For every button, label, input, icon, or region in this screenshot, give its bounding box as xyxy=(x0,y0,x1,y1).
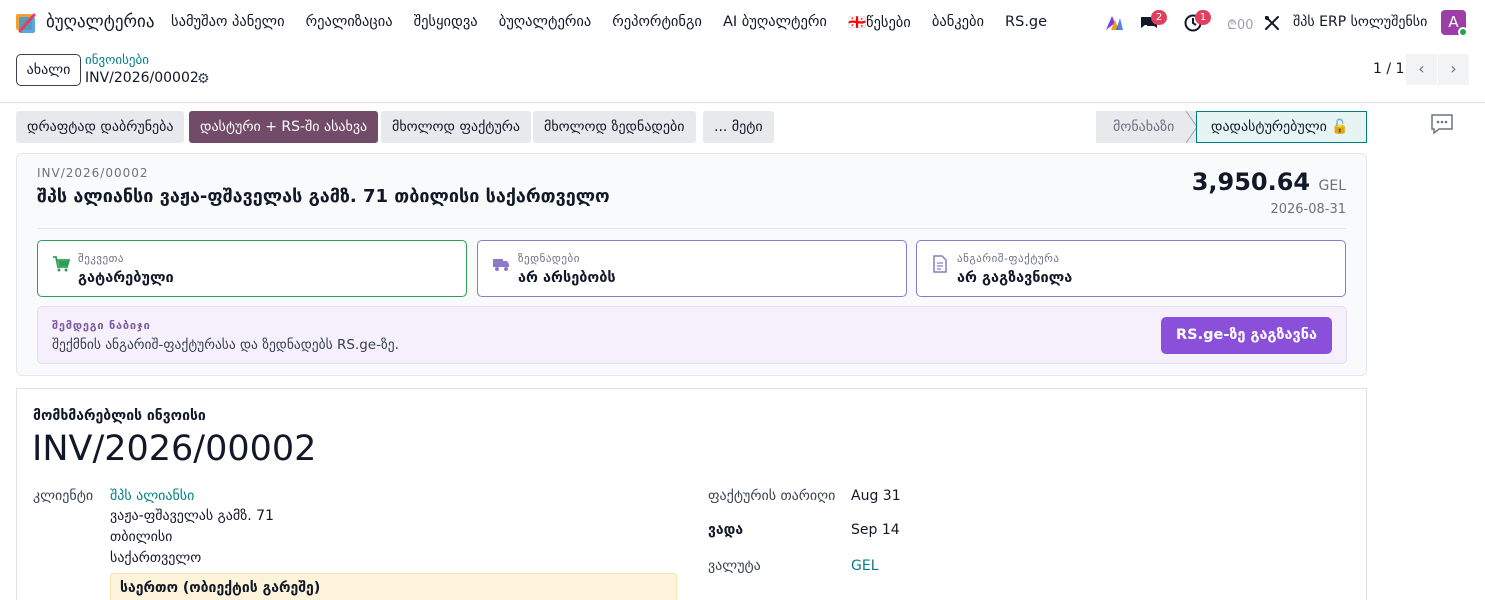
breadcrumb-current: INV/2026/00002 xyxy=(85,70,199,86)
currency-field[interactable]: GEL xyxy=(851,558,879,574)
summary-title: შპს ალიანსი ვაჟა-ფშაველას გამზ. 71 თბილი… xyxy=(37,186,610,207)
analytic-note-text: საერთო (ობიექტის გარეშე) xyxy=(120,580,321,596)
invoice-only-button[interactable]: მხოლოდ ფაქტურა xyxy=(381,111,532,143)
control-panel: ახალი ინვოისები INV/2026/00002 ⚙ 1 / 1 ‹… xyxy=(0,46,1485,103)
invoice-form-sheet: მომხმარებლის ინვოისი INV/2026/00002 კლიე… xyxy=(16,388,1367,600)
confirm-rs-button[interactable]: დასტური + RS-ში ასახვა xyxy=(189,111,379,143)
menu-rules[interactable]: 🇬🇪წესები xyxy=(848,14,911,31)
form-subtitle: მომხმარებლის ინვოისი xyxy=(33,408,206,424)
waybill-status-label: ზედნადები xyxy=(518,252,580,265)
menu-sales[interactable]: რეალიზაცია xyxy=(306,14,393,31)
reset-to-draft-button[interactable]: დრაფტად დაბრუნება xyxy=(16,111,185,143)
summary-divider xyxy=(37,228,1346,229)
invoice-date-label: ფაქტურის თარიღი xyxy=(708,488,836,504)
invoice-date-field[interactable]: Aug 31 xyxy=(851,488,901,504)
gear-icon[interactable]: ⚙ xyxy=(197,71,210,87)
client-address-line: თბილისი xyxy=(110,529,173,545)
cart-icon xyxy=(53,256,70,272)
tools-icon[interactable] xyxy=(1264,15,1280,31)
status-posted[interactable]: დადასტურებული 🔓 xyxy=(1196,111,1367,143)
app-brand[interactable]: ბუღალტერია xyxy=(46,12,155,32)
flag-icon: 🇬🇪 xyxy=(847,15,866,31)
waybill-status-card[interactable]: ზედნადები არ არსებობს xyxy=(477,240,907,297)
menu-dashboard[interactable]: სამუშაო პანელი xyxy=(171,14,285,31)
summary-number: INV/2026/00002 xyxy=(37,166,149,180)
order-status-value: გატარებული xyxy=(78,270,174,286)
waybill-status-value: არ არსებობს xyxy=(518,270,616,286)
tax-invoice-status-card[interactable]: ანგარიშ-ფაქტურა არ გაგზავნილა xyxy=(916,240,1346,297)
order-status-label: შეკვეთა xyxy=(78,252,125,265)
summary-currency: GEL xyxy=(1318,178,1347,194)
document-icon xyxy=(933,255,947,273)
online-status-dot xyxy=(1458,27,1468,37)
pager-previous-button[interactable]: ‹ xyxy=(1406,54,1437,85)
client-address-line: ვაჟა-ფშაველას გამზ. 71 xyxy=(110,508,274,524)
app-logo-icon[interactable] xyxy=(14,11,38,35)
chevron-left-icon: ‹ xyxy=(1418,59,1425,78)
invoice-summary-card: INV/2026/00002 შპს ალიანსი ვაჟა-ფშაველას… xyxy=(16,153,1367,376)
due-date-label: ვადა xyxy=(708,522,744,538)
more-button[interactable]: ... მეტი xyxy=(703,111,774,143)
tax-invoice-status-value: არ გაგზავნილა xyxy=(957,270,1073,286)
menu-purchase[interactable]: შესყიდვა xyxy=(414,14,478,31)
top-navbar: ბუღალტერია სამუშაო პანელი რეალიზაცია შეს… xyxy=(0,0,1485,46)
send-to-rsge-button[interactable]: RS.ge-ზე გაგზავნა xyxy=(1161,317,1332,354)
menu-banks[interactable]: ბანკები xyxy=(932,14,984,31)
pager-next-button[interactable]: › xyxy=(1438,54,1469,85)
menu-reporting[interactable]: რეპორტინგი xyxy=(612,14,702,31)
pager-value[interactable]: 1 / 1 xyxy=(1373,61,1404,77)
menu-accounting[interactable]: ბუღალტერია xyxy=(499,14,592,31)
status-bar: მონახაზი დადასტურებული 🔓 xyxy=(1096,111,1367,143)
new-button[interactable]: ახალი xyxy=(16,54,81,86)
chevron-right-icon: › xyxy=(1450,59,1457,78)
due-date-field[interactable]: Sep 14 xyxy=(851,522,900,538)
waybill-only-button[interactable]: მხოლოდ ზედნადები xyxy=(533,111,696,143)
clock-indicator[interactable]: ₾00 xyxy=(1227,15,1254,33)
summary-amount: 3,950.64 GEL xyxy=(1191,168,1347,196)
analytic-note-box[interactable]: საერთო (ობიექტის გარეშე) xyxy=(110,573,677,600)
next-step-label: შემდეგი ნაბიჯი xyxy=(52,319,151,332)
truck-icon xyxy=(493,259,509,271)
chatter-icon[interactable] xyxy=(1429,112,1455,136)
status-draft[interactable]: მონახაზი xyxy=(1096,111,1196,143)
summary-date: 2026-08-31 xyxy=(1270,202,1346,217)
client-name-link[interactable]: შპს ალიანსი xyxy=(110,488,194,504)
order-status-card[interactable]: შეკვეთა გატარებული xyxy=(37,240,467,297)
messages-badge: 2 xyxy=(1151,10,1167,25)
currency-label: ვალუტა xyxy=(708,558,761,574)
tax-invoice-status-label: ანგარიშ-ფაქტურა xyxy=(957,252,1060,265)
next-step-panel: შემდეგი ნაბიჯი შექმნის ანგარიშ-ფაქტურასა… xyxy=(37,306,1347,364)
client-label: კლიენტი xyxy=(33,488,94,504)
client-address-line: საქართველო xyxy=(110,550,202,566)
company-switcher[interactable]: შპს ERP სოლუშენსი xyxy=(1293,14,1427,30)
menu-ai-accountant[interactable]: AI ბუღალტერი xyxy=(723,14,827,31)
activity-badge: 1 xyxy=(1195,10,1211,25)
main-menu: სამუშაო პანელი რეალიზაცია შესყიდვა ბუღალ… xyxy=(171,14,1068,31)
breadcrumb-parent[interactable]: ინვოისები xyxy=(85,53,149,68)
ai-icon[interactable] xyxy=(1105,14,1124,31)
next-step-text: შექმნის ანგარიშ-ფაქტურასა და ზედნადებს R… xyxy=(52,337,399,353)
form-title: INV/2026/00002 xyxy=(32,429,317,469)
menu-rsge[interactable]: RS.ge xyxy=(1005,14,1047,31)
